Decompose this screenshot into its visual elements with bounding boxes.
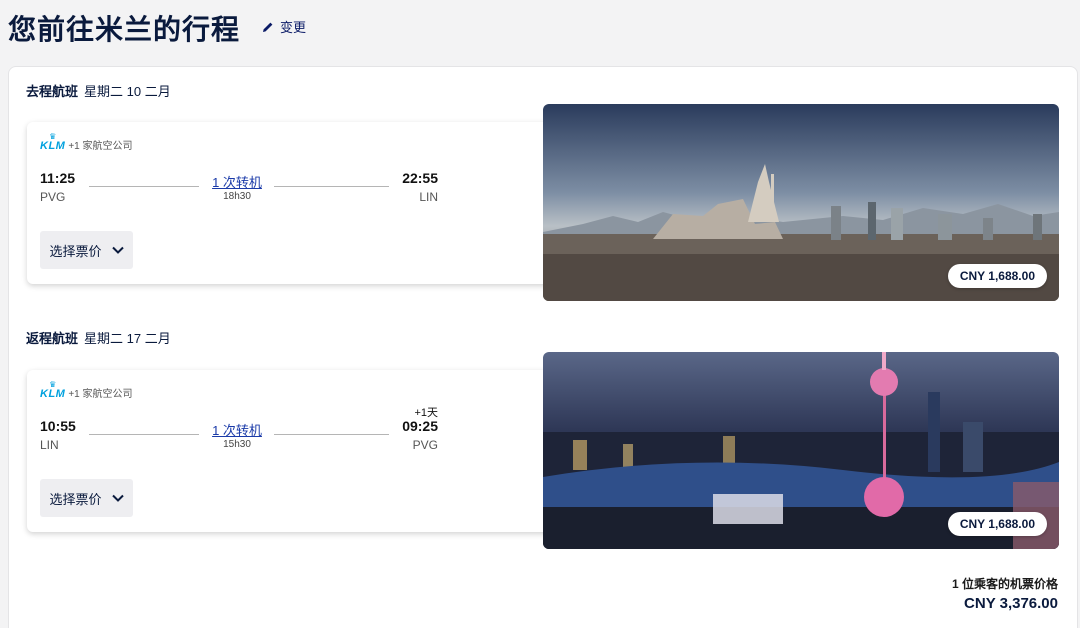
arrival-airport: PVG — [412, 438, 438, 452]
arrival-time: 09:25 — [402, 418, 438, 434]
return-price-badge: CNY 1,688.00 — [947, 512, 1047, 536]
milan-destination-photo: CNY 1,688.00 — [543, 104, 1059, 301]
select-fare-button[interactable]: 选择票价 — [40, 231, 133, 269]
arrival-time: 22:55 — [402, 170, 438, 186]
change-trip-link[interactable]: 变更 — [262, 17, 306, 36]
departure-airport: PVG — [40, 190, 66, 204]
airline-row: ♛ KLM +1 家航空公司 — [40, 380, 133, 401]
total-price-label: 1 位乘客的机票价格 — [951, 577, 1058, 591]
route-line-left — [89, 434, 199, 435]
outbound-date: 星期二 10 二月 — [84, 84, 171, 99]
route-line-right — [274, 434, 389, 435]
return-date: 星期二 17 二月 — [84, 331, 171, 346]
airline-extra: +1 家航空公司 — [68, 389, 133, 400]
pencil-icon — [263, 22, 273, 32]
page-title: 您前往米兰的行程 — [8, 14, 241, 45]
departure-airport: LIN — [40, 438, 59, 452]
change-label: 变更 — [280, 20, 307, 35]
arrival-airport: LIN — [419, 190, 438, 204]
shanghai-destination-photo: CNY 1,688.00 — [543, 352, 1059, 549]
stops-link[interactable]: 1 次转机 — [200, 172, 274, 191]
airline-row: ♛ KLM +1 家航空公司 — [40, 132, 133, 153]
klm-logo: ♛ KLM — [40, 380, 66, 400]
chevron-down-icon — [111, 494, 124, 502]
flight-duration: 15h30 — [223, 439, 251, 450]
return-label: 返程航班 — [26, 331, 79, 346]
departure-time: 10:55 — [40, 418, 76, 434]
route-line-right — [274, 186, 389, 187]
chevron-down-icon — [111, 246, 124, 254]
stops-link[interactable]: 1 次转机 — [200, 420, 274, 439]
outbound-flight-card[interactable]: ♛ KLM +1 家航空公司 11:25 PVG 1 次转机 18h30 22:… — [27, 122, 557, 284]
outbound-header: 去程航班 星期二 10 二月 — [26, 81, 171, 100]
outbound-label: 去程航班 — [26, 84, 79, 99]
klm-logo: ♛ KLM — [40, 132, 66, 152]
flight-duration: 18h30 — [223, 191, 251, 202]
departure-time: 11:25 — [40, 170, 76, 186]
select-fare-button[interactable]: 选择票价 — [40, 479, 133, 517]
return-header: 返程航班 星期二 17 二月 — [26, 328, 171, 347]
route-line-left — [89, 186, 199, 187]
total-price: CNY 3,376.00 — [964, 595, 1058, 612]
airline-extra: +1 家航空公司 — [68, 141, 133, 152]
outbound-price-badge: CNY 1,688.00 — [947, 264, 1047, 288]
return-flight-card[interactable]: ♛ KLM +1 家航空公司 +1天 10:55 LIN 1 次转机 15h30… — [27, 370, 557, 532]
